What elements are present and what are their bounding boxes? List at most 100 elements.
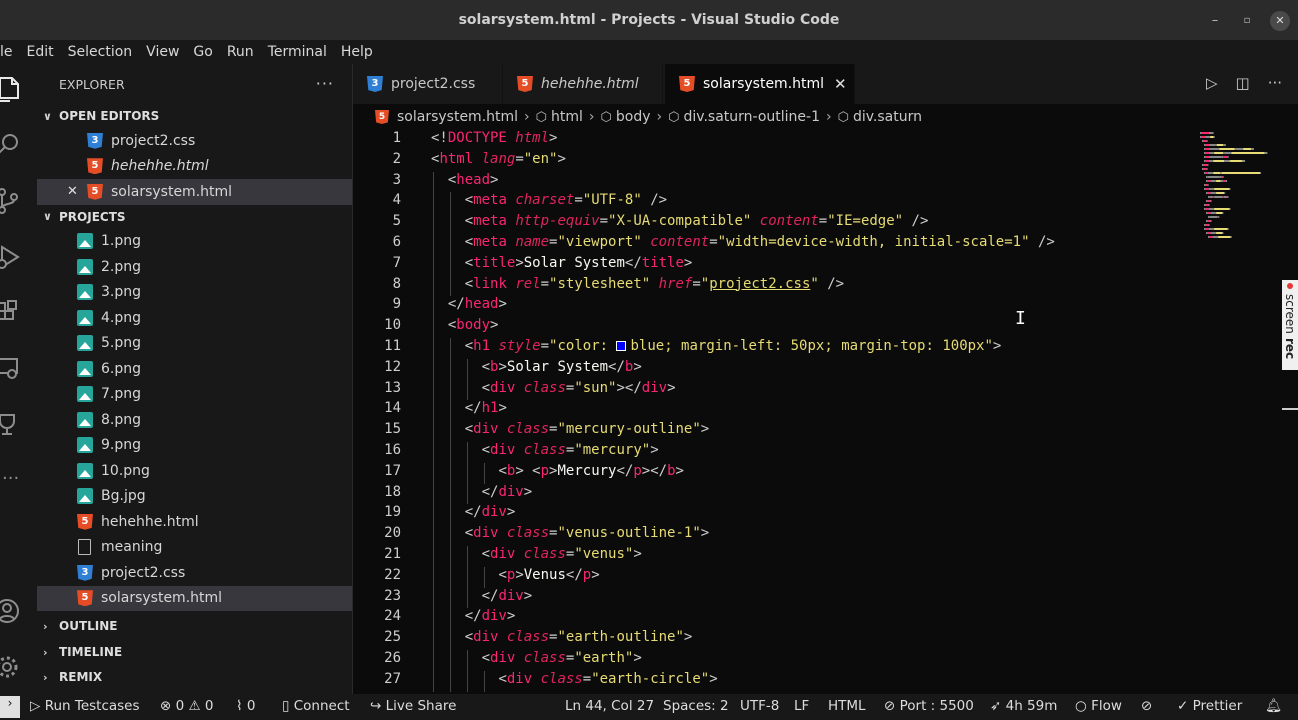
more-actions-icon[interactable]: ···: [1268, 74, 1282, 92]
file-tree-item[interactable]: 3.png: [37, 280, 352, 306]
close-window-button[interactable]: ✕: [1270, 11, 1290, 31]
code-line[interactable]: 14 </h1>: [353, 400, 1298, 422]
maximize-button[interactable]: ▫: [1237, 11, 1257, 31]
code-line[interactable]: 17 <b> <p>Mercury</p></b>: [353, 462, 1298, 484]
notifications-muted-icon[interactable]: ⊘: [1141, 698, 1152, 714]
file-tree-item[interactable]: 4.png: [37, 305, 352, 331]
explorer-icon[interactable]: [0, 72, 37, 102]
timeline-section[interactable]: › TIMELINE: [37, 640, 352, 664]
run-debug-icon[interactable]: [0, 240, 37, 270]
split-editor-icon[interactable]: ◫: [1236, 74, 1250, 92]
code-line[interactable]: 6 <meta name="viewport" content="width=de…: [353, 234, 1298, 255]
code-line[interactable]: 27 <div class="earth-circle">: [353, 670, 1298, 692]
code-line[interactable]: 21 <div class="venus">: [353, 546, 1298, 567]
code-line[interactable]: 1 <!DOCTYPE html>: [353, 130, 1298, 151]
explorer-more-icon[interactable]: ···: [316, 74, 334, 93]
remote-indicator-icon[interactable]: ›: [0, 696, 20, 718]
code-line[interactable]: 24 </div>: [353, 608, 1298, 630]
more-icon[interactable]: ···: [0, 468, 37, 498]
live-share-button[interactable]: ↪ Live Share: [370, 698, 456, 714]
menu-terminal[interactable]: Terminal: [268, 44, 327, 60]
code-line[interactable]: 2 <html lang="en">: [353, 151, 1298, 172]
breadcrumb-body[interactable]: body: [616, 109, 651, 125]
code-line[interactable]: 5 <meta http-equiv="X-UA-compatible" cont…: [353, 213, 1298, 234]
connect-button[interactable]: ▯ Connect: [282, 698, 350, 714]
code-line[interactable]: 9 </head>: [353, 296, 1298, 318]
file-tree-item[interactable]: 9.png: [37, 433, 352, 459]
menu-selection[interactable]: Selection: [68, 44, 133, 60]
file-tree-item[interactable]: 5 hehehhe.html: [37, 509, 352, 535]
code-line[interactable]: 3 <head>: [353, 171, 1298, 193]
file-tree-item[interactable]: 5.png: [37, 331, 352, 357]
file-tree-item[interactable]: 1.png: [37, 229, 352, 255]
settings-gear-icon[interactable]: [0, 650, 37, 680]
minimap[interactable]: [1198, 130, 1278, 245]
open-editor-item[interactable]: 5 hehehhe.html: [37, 154, 352, 180]
run-testcases-button[interactable]: ▷ Run Testcases: [30, 698, 140, 714]
minimize-button[interactable]: –: [1205, 11, 1225, 31]
code-line[interactable]: 20 <div class="venus-outline-1">: [353, 525, 1298, 546]
menu-help[interactable]: Help: [341, 44, 373, 60]
breadcrumb-saturn[interactable]: div.saturn: [853, 109, 922, 125]
breadcrumb-file[interactable]: solarsystem.html: [397, 109, 518, 125]
file-tree-item[interactable]: 8.png: [37, 407, 352, 433]
code-line[interactable]: 15 <div class="mercury-outline">: [353, 421, 1298, 442]
code-line[interactable]: 11 <h1 style="color: blue; margin-left: 5…: [353, 338, 1298, 359]
ports-indicator[interactable]: ⌇ 0: [236, 698, 255, 714]
live-server-port[interactable]: ⊘ Port : 5500: [884, 698, 974, 714]
breadcrumb-saturn-outline[interactable]: div.saturn-outline-1: [683, 109, 820, 125]
menu-go[interactable]: Go: [193, 44, 212, 60]
bell-icon[interactable]: 🔔︎: [1265, 698, 1282, 714]
outline-section[interactable]: › OUTLINE: [37, 614, 352, 638]
code-line[interactable]: 23 </div>: [353, 587, 1298, 609]
file-tree-item[interactable]: 5 solarsystem.html: [37, 585, 352, 611]
code-line[interactable]: 7 <title>Solar System</title>: [353, 254, 1298, 276]
file-tree-item[interactable]: meaning: [37, 535, 352, 561]
close-tab-icon[interactable]: ✕: [834, 75, 847, 93]
projects-section[interactable]: ∨ PROJECTS: [37, 205, 352, 229]
breadcrumb-html[interactable]: html: [551, 109, 583, 125]
tab-hehehhe-html[interactable]: 5 hehehhe.html: [503, 64, 663, 104]
tab-project2-css[interactable]: 3 project2.css: [353, 64, 503, 104]
code-line[interactable]: 4 <meta charset="UTF-8" />: [353, 192, 1298, 214]
run-icon[interactable]: ▷: [1206, 74, 1218, 92]
account-icon[interactable]: [0, 594, 37, 624]
indentation[interactable]: Spaces: 2: [663, 698, 729, 714]
code-line[interactable]: 10 <body>: [353, 317, 1298, 338]
prettier-button[interactable]: ✓ Prettier: [1177, 698, 1242, 714]
testing-icon[interactable]: [0, 408, 37, 438]
language-mode[interactable]: HTML: [828, 698, 866, 714]
code-line[interactable]: 18 </div>: [353, 483, 1298, 505]
code-line[interactable]: 26 <div class="earth">: [353, 650, 1298, 671]
code-line[interactable]: 22 <p>Venus</p>: [353, 566, 1298, 588]
file-tree-item[interactable]: 3 project2.css: [37, 560, 352, 586]
encoding[interactable]: UTF-8: [740, 698, 779, 714]
close-editor-icon[interactable]: ✕: [67, 184, 78, 199]
file-tree-item[interactable]: 7.png: [37, 382, 352, 408]
extensions-icon[interactable]: [0, 296, 37, 326]
code-editor[interactable]: 1 <!DOCTYPE html> 2 <html lang="en"> 3 <head>…: [353, 130, 1298, 694]
code-line[interactable]: 19 </div>: [353, 504, 1298, 526]
open-editors-section[interactable]: ∨ OPEN EDITORS: [37, 104, 352, 128]
code-line[interactable]: 8 <link rel="stylesheet" href="project2.c…: [353, 275, 1298, 297]
problems-indicator[interactable]: ⊗ 0 ⚠ 0: [160, 698, 214, 714]
remote-explorer-icon[interactable]: [0, 352, 37, 382]
menu-view[interactable]: View: [146, 44, 179, 60]
menu-file[interactable]: le: [0, 44, 13, 60]
menu-edit[interactable]: Edit: [27, 44, 54, 60]
search-icon[interactable]: [0, 128, 37, 158]
menu-run[interactable]: Run: [227, 44, 254, 60]
file-tree-item[interactable]: 6.png: [37, 356, 352, 382]
source-control-icon[interactable]: [0, 184, 37, 214]
remix-section[interactable]: › REMIX: [37, 665, 352, 689]
end-of-line[interactable]: LF: [794, 698, 809, 714]
tab-solarsystem-html[interactable]: 5 solarsystem.html ✕: [665, 64, 855, 104]
file-tree-item[interactable]: 10.png: [37, 458, 352, 484]
open-editor-item[interactable]: 3 project2.css: [37, 128, 352, 154]
session-timer[interactable]: ➶ 4h 59m: [990, 698, 1057, 714]
code-line[interactable]: 16 <div class="mercury">: [353, 442, 1298, 463]
code-line[interactable]: 25 <div class="earth-outline">: [353, 629, 1298, 650]
cursor-position[interactable]: Ln 44, Col 27: [565, 698, 654, 714]
flow-button[interactable]: ○ Flow: [1075, 698, 1122, 714]
file-tree-item[interactable]: 2.png: [37, 254, 352, 280]
